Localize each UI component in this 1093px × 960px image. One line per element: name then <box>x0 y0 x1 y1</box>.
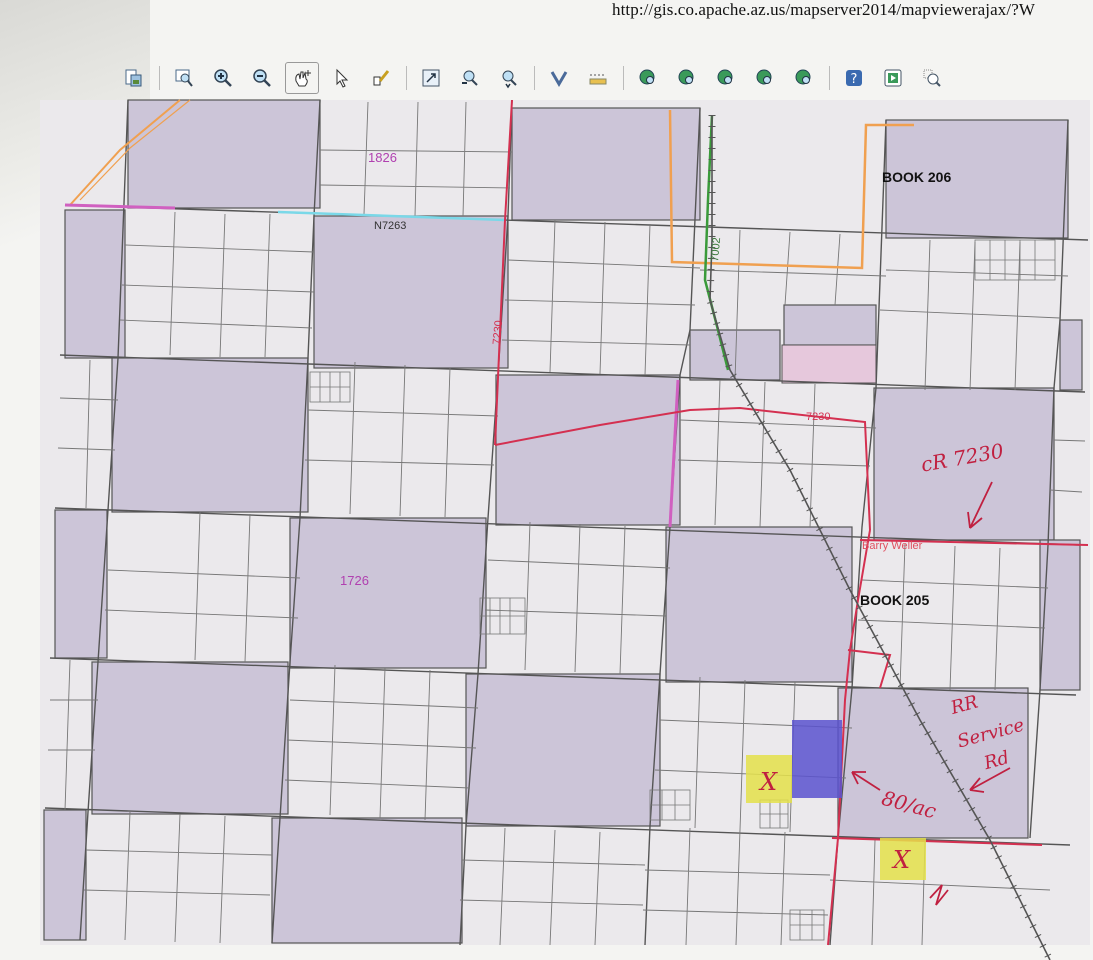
purple-parcel <box>127 99 321 209</box>
purple-parcel <box>64 209 126 359</box>
parcel-1826-label: 1826 <box>368 150 397 165</box>
road-barry-weller-label: Barry Weller <box>862 540 923 552</box>
road-7230-vertical-label: 7230 <box>491 320 505 345</box>
purple-parcel <box>665 526 853 683</box>
book-206-label: BOOK 206 <box>882 169 951 185</box>
pink-parcel <box>781 344 877 384</box>
road-7230-horizontal-label: 7230 <box>806 411 830 423</box>
blue-highlight-parcel[interactable] <box>792 720 842 798</box>
book-205-label: BOOK 205 <box>860 592 929 608</box>
purple-parcel <box>91 661 289 815</box>
purple-parcel <box>43 809 87 941</box>
purple-parcel <box>111 357 309 513</box>
purple-parcel <box>1059 319 1083 391</box>
purple-parcel <box>495 374 681 526</box>
parcel-1726-label: 1726 <box>340 573 369 588</box>
note-x-2: X <box>891 846 911 874</box>
purple-parcel <box>313 215 509 369</box>
scanned-map-page: http://gis.co.apache.az.us/mapserver2014… <box>0 0 1093 960</box>
purple-parcel <box>289 517 487 669</box>
purple-parcel <box>465 673 661 827</box>
parcel-map[interactable]: 1826 N7263 BOOK 206 7230 7002 7230 1726 … <box>0 0 1093 960</box>
purple-parcel <box>783 304 877 346</box>
note-x-1: X <box>758 768 778 796</box>
road-n7263-label: N7263 <box>374 220 406 232</box>
purple-parcel <box>1039 539 1081 691</box>
road-7002-label: 7002 <box>709 237 723 262</box>
purple-parcel <box>271 817 463 944</box>
